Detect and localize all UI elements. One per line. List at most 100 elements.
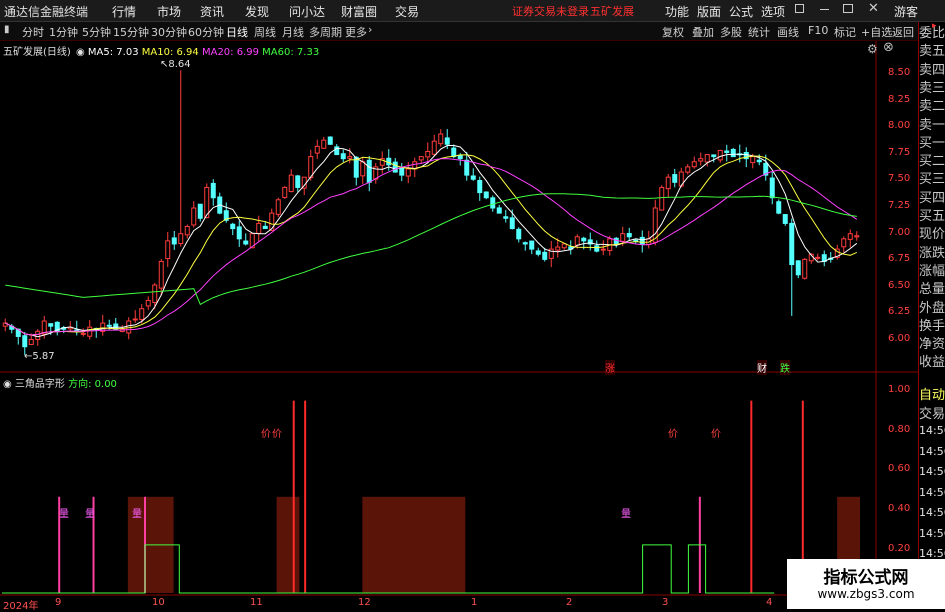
menu-toggle-icon[interactable]: ▮ bbox=[4, 24, 10, 35]
side-label-12: 涨跌 bbox=[919, 245, 945, 261]
menu-caifuquan[interactable]: 财富圈 bbox=[341, 3, 377, 20]
candle-body bbox=[340, 153, 346, 160]
candle-body bbox=[574, 236, 580, 246]
candle-body bbox=[275, 199, 281, 215]
candle-body bbox=[158, 260, 164, 289]
candle-body bbox=[516, 228, 522, 240]
menu-banmian[interactable]: 版面 bbox=[697, 3, 721, 20]
marker-zhang[interactable]: 涨 bbox=[605, 360, 615, 375]
main-y-tick: 7.25 bbox=[888, 200, 911, 211]
period-15min[interactable]: 15分钟 bbox=[113, 24, 149, 40]
indicator-y-tick: 0.40 bbox=[888, 503, 911, 515]
tool-duogu[interactable]: 多股 bbox=[720, 24, 742, 40]
candle-body bbox=[405, 168, 411, 177]
candle-body bbox=[269, 212, 275, 231]
tool-fuquan[interactable]: 复权 bbox=[662, 24, 684, 40]
side-label-6: 买一 bbox=[919, 135, 945, 151]
tool-biaoji[interactable]: 标记 bbox=[834, 24, 856, 40]
period-5min[interactable]: 5分钟 bbox=[82, 24, 111, 40]
tool-fanhui[interactable]: 返回 bbox=[892, 24, 914, 40]
chart-title: 五矿发展(日线) bbox=[3, 47, 71, 58]
menu-shichang[interactable]: 市场 bbox=[157, 3, 181, 20]
period-60min[interactable]: 60分钟 bbox=[188, 24, 224, 40]
maximize-icon[interactable] bbox=[843, 4, 853, 13]
period-more[interactable]: 更多 bbox=[345, 24, 367, 40]
menu-faxian[interactable]: 发现 bbox=[245, 3, 269, 20]
x-label-sep: 9 bbox=[55, 597, 62, 608]
minimize-icon[interactable] bbox=[820, 9, 829, 10]
period-30min[interactable]: 30分钟 bbox=[151, 24, 187, 40]
candle-body bbox=[22, 335, 28, 348]
candle-body bbox=[600, 248, 606, 251]
indicator-block bbox=[362, 496, 466, 593]
marker-cai[interactable]: 财 bbox=[757, 360, 767, 375]
indicator-title: 三角品字形 bbox=[14, 379, 65, 390]
vol-label-3: 量 bbox=[132, 509, 142, 520]
candle-body bbox=[132, 318, 138, 321]
login-warning[interactable]: 证券交易未登录 bbox=[512, 3, 589, 19]
marker-die[interactable]: 跌 bbox=[780, 360, 790, 375]
main-y-tick: 7.75 bbox=[888, 146, 911, 158]
chart-settings-icon[interactable]: ⚙ bbox=[867, 42, 878, 56]
menu-wenxiaoda[interactable]: 问小达 bbox=[289, 3, 325, 20]
guest-label[interactable]: 游客 bbox=[894, 3, 918, 20]
side-time-5: 14:56 bbox=[919, 526, 945, 540]
chevron-right-icon[interactable]: › bbox=[368, 23, 372, 36]
tool-zixuan[interactable]: +自选 bbox=[861, 24, 892, 40]
main-y-tick: 6.75 bbox=[888, 253, 911, 265]
tool-f10[interactable]: F10 bbox=[808, 24, 828, 37]
menu-zixun[interactable]: 资讯 bbox=[200, 3, 224, 20]
candle-body bbox=[659, 186, 665, 211]
chart-area[interactable] bbox=[0, 41, 918, 609]
x-label-oct: 10 bbox=[152, 597, 165, 608]
x-label-nov: 11 bbox=[250, 597, 263, 608]
indicator-settings-icon[interactable]: ◉ bbox=[3, 379, 12, 390]
candle-body bbox=[230, 223, 236, 230]
period-month[interactable]: 月线 bbox=[282, 24, 304, 40]
candle-body bbox=[171, 237, 177, 245]
candle-body bbox=[262, 225, 268, 230]
ma10-value: MA10: 6.94 bbox=[141, 47, 199, 58]
ma60-value: MA60: 7.33 bbox=[262, 47, 320, 58]
candle-body bbox=[633, 239, 639, 242]
menu-xuanxiang[interactable]: 选项 bbox=[761, 3, 785, 20]
period-1min[interactable]: 1分钟 bbox=[49, 24, 78, 40]
candle-body bbox=[295, 175, 301, 188]
period-fenshi[interactable]: 分时 bbox=[22, 24, 44, 40]
side-mode-auto[interactable]: 自动 bbox=[919, 384, 945, 403]
tool-tongji[interactable]: 统计 bbox=[748, 24, 770, 40]
period-day[interactable]: 日线 bbox=[226, 24, 248, 40]
menu-gongneng[interactable]: 功能 bbox=[665, 3, 689, 20]
tool-diejia[interactable]: 叠加 bbox=[692, 24, 714, 40]
indicator-chart bbox=[2, 400, 860, 594]
tool-huaxian[interactable]: 画线 bbox=[777, 24, 799, 40]
close-icon[interactable]: ✕ bbox=[868, 1, 879, 16]
candle-body bbox=[847, 233, 853, 240]
candle-body bbox=[535, 250, 541, 255]
chart-close-icon[interactable]: ⊗ bbox=[883, 40, 894, 55]
settings-icon[interactable]: ◉ bbox=[76, 47, 85, 58]
candle-body bbox=[236, 226, 242, 240]
period-multi[interactable]: 多周期 bbox=[309, 24, 342, 40]
candle-body bbox=[477, 180, 483, 194]
candle-body bbox=[717, 149, 723, 161]
candle-body bbox=[483, 191, 489, 199]
side-label-15: 外盘 bbox=[919, 300, 945, 316]
high-price-label: ↖8.64 bbox=[160, 59, 191, 70]
indicator-y-tick: 0.80 bbox=[888, 423, 911, 435]
ma-line-ma60 bbox=[5, 193, 857, 306]
menu-gongshi[interactable]: 公式 bbox=[729, 3, 753, 20]
candle-body bbox=[48, 323, 54, 327]
side-collapse-icon[interactable]: ▸ bbox=[932, 22, 937, 31]
header-stock-name: 五矿发展 bbox=[590, 5, 634, 18]
period-week[interactable]: 周线 bbox=[254, 24, 276, 40]
menu-hangqing[interactable]: 行情 bbox=[112, 3, 136, 20]
candle-body bbox=[802, 258, 808, 279]
price-label-3: 价 bbox=[668, 429, 678, 440]
menu-jiaoyi[interactable]: 交易 bbox=[395, 3, 419, 20]
side-label-2: 卖四 bbox=[919, 62, 945, 78]
candle-body bbox=[418, 156, 424, 161]
main-legend: 五矿发展(日线) ◉ MA5: 7.03 MA10: 6.94 MA20: 6.… bbox=[3, 43, 319, 58]
window-icon[interactable] bbox=[795, 4, 804, 13]
side-mode-trade[interactable]: 交易 bbox=[919, 403, 945, 422]
